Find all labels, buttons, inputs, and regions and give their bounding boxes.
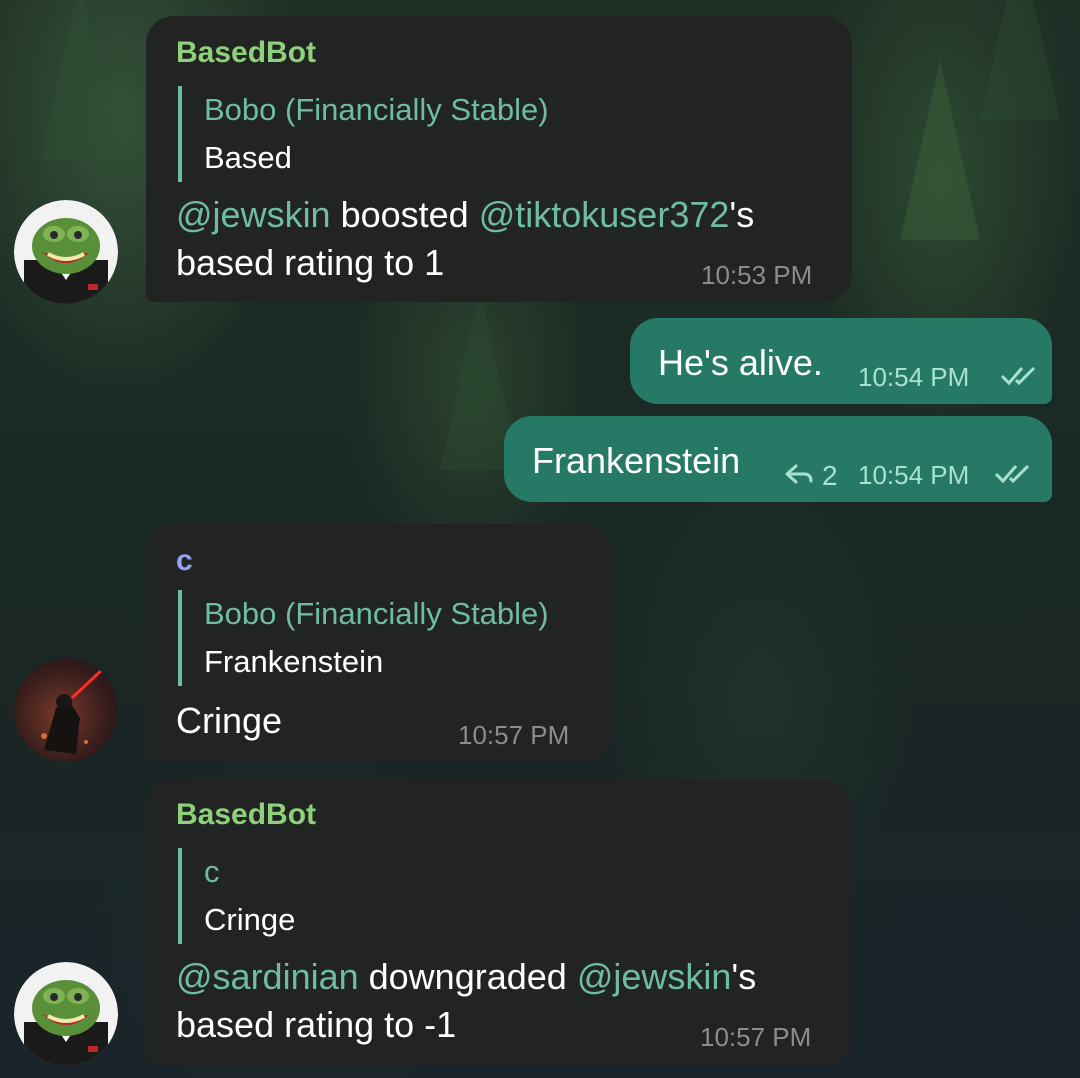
message-text-part: 's bbox=[731, 956, 757, 997]
message-time: 10:57 PM bbox=[700, 1022, 812, 1052]
pepe-avatar-icon bbox=[14, 962, 118, 1066]
quote-text: Based bbox=[204, 140, 292, 175]
message-text-line2: based rating to -1 bbox=[176, 1004, 457, 1045]
message-bubble-5[interactable]: BasedBot c Cringe @sardinian downgraded … bbox=[146, 780, 852, 1066]
quote-author: Bobo (Financially Stable) bbox=[204, 92, 549, 127]
avatar-c[interactable] bbox=[14, 658, 118, 762]
background-tree bbox=[40, 0, 120, 160]
background-tree bbox=[900, 60, 980, 240]
background-tree bbox=[980, 0, 1060, 120]
mention-link[interactable]: @jewskin bbox=[577, 956, 732, 997]
sith-avatar-icon bbox=[14, 658, 118, 762]
message-text: Cringe bbox=[176, 700, 283, 741]
message-time: 10:54 PM bbox=[858, 362, 970, 392]
quote-text: Frankenstein bbox=[204, 644, 384, 679]
message-time: 10:57 PM bbox=[458, 720, 570, 750]
message-bubble-2[interactable]: He's alive. 10:54 PM bbox=[630, 318, 1052, 404]
quote-text: Cringe bbox=[204, 902, 296, 937]
sender-name[interactable]: BasedBot bbox=[176, 36, 316, 70]
reply-count[interactable]: 2 bbox=[822, 460, 838, 492]
quote-author: Bobo (Financially Stable) bbox=[204, 596, 549, 631]
message-text: @sardinian downgraded @jewskin's bbox=[176, 952, 756, 1002]
message-time: 10:54 PM bbox=[858, 460, 970, 490]
reply-quote[interactable]: Bobo (Financially Stable) Frankenstein bbox=[178, 590, 549, 686]
pepe-avatar-icon bbox=[14, 200, 118, 304]
mention-link[interactable]: @jewskin bbox=[176, 194, 331, 235]
message-text-part: 's bbox=[729, 194, 755, 235]
message-bubble-4[interactable]: c Bobo (Financially Stable) Frankenstein… bbox=[146, 524, 612, 762]
reply-arrow-icon[interactable] bbox=[784, 462, 814, 486]
reply-quote[interactable]: Bobo (Financially Stable) Based bbox=[178, 86, 549, 182]
sender-name[interactable]: BasedBot bbox=[176, 798, 316, 832]
quote-author: c bbox=[204, 854, 220, 889]
message-bubble-3[interactable]: Frankenstein 2 10:54 PM bbox=[504, 416, 1052, 502]
message-text-line2: based rating to 1 bbox=[176, 242, 445, 283]
message-time: 10:53 PM bbox=[701, 260, 813, 290]
mention-link[interactable]: @tiktokuser372 bbox=[479, 194, 730, 235]
double-check-icon bbox=[994, 464, 1030, 484]
message-bubble-1[interactable]: BasedBot Bobo (Financially Stable) Based… bbox=[146, 16, 852, 302]
message-text: He's alive. bbox=[658, 342, 823, 383]
chat-background: BasedBot Bobo (Financially Stable) Based… bbox=[0, 0, 1080, 1078]
reply-quote[interactable]: c Cringe bbox=[178, 848, 295, 944]
avatar-basedbot[interactable] bbox=[14, 962, 118, 1066]
message-text: @jewskin boosted @tiktokuser372's bbox=[176, 190, 754, 240]
message-text: Frankenstein bbox=[532, 440, 741, 481]
mention-link[interactable]: @sardinian bbox=[176, 956, 359, 997]
avatar-basedbot[interactable] bbox=[14, 200, 118, 304]
message-text-part: boosted bbox=[330, 194, 479, 235]
sender-name[interactable]: c bbox=[176, 544, 193, 578]
message-text-part: downgraded bbox=[358, 956, 577, 997]
double-check-icon bbox=[1000, 366, 1036, 386]
